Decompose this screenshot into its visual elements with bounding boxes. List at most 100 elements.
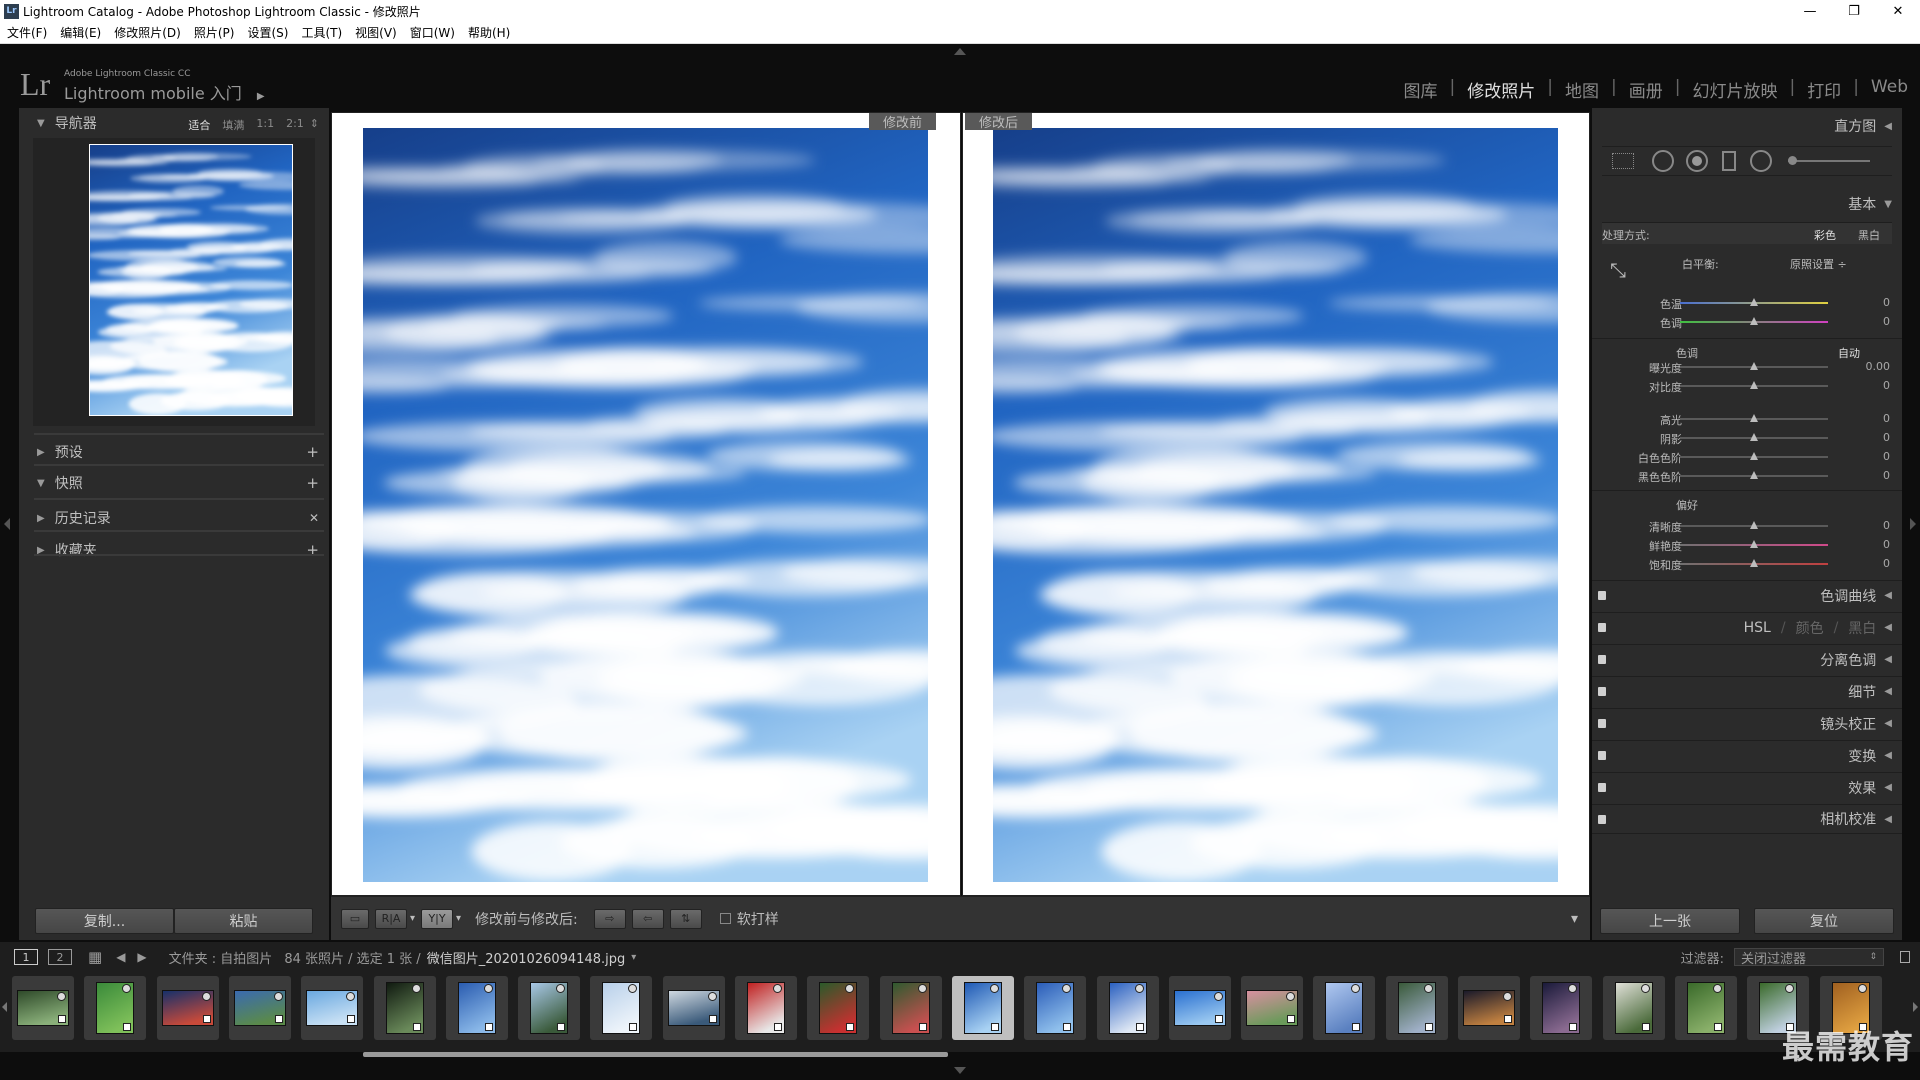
collapse-down-icon[interactable] (954, 1067, 966, 1074)
flag-badge-icon[interactable] (773, 984, 782, 993)
menu-help[interactable]: 帮助(H) (468, 24, 510, 41)
filmstrip-thumb[interactable] (1313, 976, 1376, 1040)
slider-thumb[interactable] (1750, 521, 1758, 529)
slider-row[interactable]: 鲜艳度 0 (1592, 537, 1902, 553)
before-after-lr-button[interactable]: R|A (375, 908, 407, 929)
menu-develop[interactable]: 修改照片(D) (114, 24, 181, 41)
hsl-tab[interactable]: HSL (1744, 620, 1771, 636)
flag-badge-icon[interactable] (411, 984, 421, 993)
treatment-color[interactable]: 彩色 (1814, 227, 1836, 243)
view-dropdown-icon[interactable]: ▾ (410, 913, 415, 924)
wb-value-dropdown[interactable]: 原照设置 ÷ (1790, 256, 1847, 272)
filter-dropdown[interactable]: 关闭过滤器 ⇕ (1734, 948, 1884, 967)
grid-view-icon[interactable]: ▦ (88, 948, 102, 966)
slider-value[interactable]: 0 (1850, 469, 1890, 482)
history-header[interactable]: ▶ 历史记录 ✕ (19, 506, 329, 530)
slider-track[interactable] (1680, 433, 1828, 441)
flag-badge-icon[interactable] (917, 984, 927, 993)
slider-thumb[interactable] (1750, 540, 1758, 548)
source-label[interactable]: 文件夹 : 自拍图片 (169, 948, 273, 967)
filmstrip-thumb[interactable] (735, 976, 797, 1040)
filmstrip-thumb[interactable] (445, 976, 508, 1040)
slider-row[interactable]: 饱和度 0 (1592, 556, 1902, 572)
loupe-view-button[interactable]: ▭ (341, 908, 369, 929)
filmstrip-thumb[interactable] (12, 976, 74, 1040)
navigator-header[interactable]: ▼ 导航器 适合 填满 1:1 2:1 ⇕ (19, 111, 329, 135)
slider-thumb[interactable] (1750, 317, 1758, 325)
filmstrip-scroll-left-icon[interactable] (2, 1002, 7, 1012)
copy-after-to-before-button[interactable]: ⇦ (631, 908, 664, 929)
filmstrip-thumb[interactable] (662, 976, 725, 1040)
bottom-panel-toggle-strip[interactable] (0, 1057, 1920, 1080)
copy-before-to-after-button[interactable]: ⇨ (593, 908, 626, 929)
navigator-preview[interactable] (33, 138, 315, 426)
filmstrip-thumb[interactable] (1602, 976, 1665, 1040)
flag-badge-icon[interactable] (1857, 984, 1867, 993)
lens-correction-section[interactable]: 镜头校正 ◀ (1592, 708, 1902, 738)
module-map[interactable]: 地图 (1565, 77, 1599, 102)
slider-row[interactable]: 色温 0 (1592, 295, 1902, 311)
slider-thumb[interactable] (1750, 559, 1758, 567)
graduated-filter-tool-icon[interactable] (1722, 151, 1736, 171)
filter-lock-icon[interactable] (1900, 951, 1910, 963)
filmstrip-scroll-right-icon[interactable] (1913, 1002, 1918, 1012)
crop-tool-icon[interactable] (1612, 153, 1634, 169)
module-library[interactable]: 图库 (1404, 77, 1438, 102)
flag-badge-icon[interactable] (1423, 984, 1433, 993)
slider-row[interactable]: 色调 0 (1592, 314, 1902, 330)
slider-value[interactable]: 0 (1850, 450, 1890, 463)
zoom-more-icon[interactable]: ⇕ (310, 117, 319, 133)
toolbar-menu-icon[interactable]: ▾ (1571, 911, 1578, 927)
menu-tools[interactable]: 工具(T) (301, 24, 342, 41)
section-toggle-switch[interactable] (1598, 815, 1606, 824)
slider-track[interactable] (1680, 317, 1828, 325)
slider-value[interactable]: 0 (1850, 431, 1890, 444)
module-book[interactable]: 画册 (1629, 77, 1663, 102)
color-tab[interactable]: 颜色 (1796, 618, 1824, 638)
camera-calibration-section[interactable]: 相机校准 ◀ (1592, 804, 1902, 834)
previous-button[interactable]: 上一张 (1600, 908, 1740, 934)
zoom-fit[interactable]: 适合 (188, 117, 210, 133)
side-dropdown-icon[interactable]: ▾ (456, 913, 461, 924)
histogram-header[interactable]: 直方图 ◀ (1834, 116, 1892, 136)
slider-thumb[interactable] (1750, 433, 1758, 441)
slider-thumb[interactable] (1750, 298, 1758, 306)
add-snapshot-icon[interactable]: + (306, 474, 319, 492)
top-panel-toggle-strip[interactable] (0, 44, 1920, 58)
slider-value[interactable]: 0.00 (1850, 360, 1891, 373)
section-toggle-switch[interactable] (1598, 655, 1606, 664)
slider-value[interactable]: 0 (1850, 538, 1890, 551)
collections-header[interactable]: ▶ 收藏夹 + (19, 538, 329, 562)
before-after-side-button[interactable]: Y|Y (421, 908, 454, 929)
slider-thumb[interactable] (1750, 471, 1758, 479)
slider-row[interactable]: 清晰度 0 (1592, 518, 1902, 534)
section-toggle-switch[interactable] (1598, 719, 1606, 728)
filmstrip-thumb[interactable] (1168, 976, 1231, 1040)
filmstrip-thumb[interactable] (1024, 976, 1087, 1040)
slider-thumb[interactable] (1750, 362, 1758, 370)
filmstrip-thumb[interactable] (1674, 976, 1737, 1040)
slider-track[interactable] (1680, 540, 1828, 548)
before-photo[interactable] (363, 128, 928, 882)
module-web[interactable]: Web (1871, 77, 1908, 102)
module-print[interactable]: 打印 (1807, 77, 1841, 102)
zoom-2-1[interactable]: 2:1 (286, 117, 304, 133)
slider-thumb[interactable] (1750, 381, 1758, 389)
filmstrip-thumb-selected[interactable] (951, 976, 1014, 1040)
slider-track[interactable] (1680, 471, 1828, 479)
module-slideshow[interactable]: 幻灯片放映 (1692, 77, 1777, 102)
adjustment-brush-slider[interactable] (1788, 156, 1870, 165)
filename-dropdown-icon[interactable]: ▾ (631, 952, 636, 963)
transform-section[interactable]: 变换 ◀ (1592, 740, 1902, 770)
basic-header[interactable]: 基本 ▼ (1848, 194, 1892, 214)
filmstrip-thumb[interactable] (590, 976, 653, 1040)
module-develop[interactable]: 修改照片 (1467, 77, 1535, 102)
bw-tab[interactable]: 黑白 (1848, 618, 1876, 638)
treatment-bw[interactable]: 黑白 (1858, 227, 1880, 243)
menu-view[interactable]: 视图(V) (355, 24, 397, 41)
flag-badge-icon[interactable] (1712, 984, 1722, 993)
filmstrip-thumb[interactable] (373, 976, 436, 1040)
hsl-section[interactable]: HSL / 颜色 / 黑白 ◀ (1592, 612, 1902, 642)
radial-filter-tool-icon[interactable] (1750, 150, 1772, 172)
slider-value[interactable]: 0 (1850, 379, 1890, 392)
